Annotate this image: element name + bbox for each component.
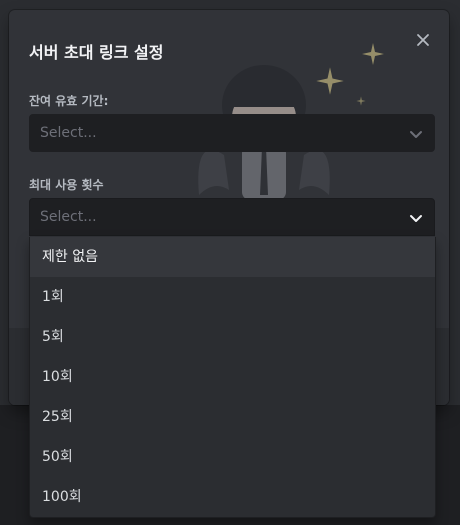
- option-10[interactable]: 10회: [30, 357, 435, 397]
- chevron-down-icon: [410, 131, 422, 138]
- option-1[interactable]: 1회: [30, 277, 435, 317]
- modal-title: 서버 초대 링크 설정: [29, 43, 164, 62]
- sparkle-icon: [356, 96, 366, 106]
- option-25[interactable]: 25회: [30, 397, 435, 437]
- expire-label: 잔여 유효 기간:: [29, 94, 109, 108]
- max-uses-select[interactable]: Select...: [29, 198, 435, 236]
- option-no-limit[interactable]: 제한 없음: [30, 237, 435, 277]
- max-uses-placeholder: Select...: [40, 209, 97, 225]
- expire-select[interactable]: Select...: [29, 114, 435, 152]
- sparkle-icon: [316, 67, 344, 95]
- option-5[interactable]: 5회: [30, 317, 435, 357]
- expire-placeholder: Select...: [40, 125, 97, 141]
- option-100[interactable]: 100회: [30, 477, 435, 517]
- close-button[interactable]: [413, 30, 433, 50]
- option-50[interactable]: 50회: [30, 437, 435, 477]
- max-uses-dropdown: 제한 없음 1회 5회 10회 25회 50회 100회: [29, 237, 436, 518]
- close-icon: [417, 34, 429, 46]
- max-uses-label: 최대 사용 횟수: [29, 178, 104, 192]
- chevron-down-icon: [410, 215, 422, 222]
- sparkle-icon: [362, 43, 384, 65]
